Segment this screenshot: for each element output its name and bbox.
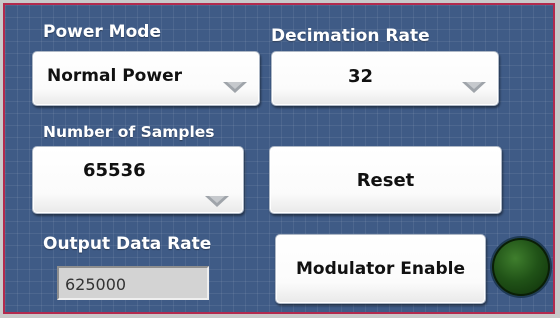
dropdown-arrow-icon: [462, 82, 486, 93]
decimation-rate-label: Decimation Rate: [271, 26, 430, 46]
reset-button-label: Reset: [356, 170, 415, 191]
power-mode-value: Normal Power: [47, 66, 182, 86]
reset-button[interactable]: Reset: [269, 146, 502, 214]
power-mode-label: Power Mode: [43, 22, 161, 42]
number-of-samples-dropdown[interactable]: 65536: [32, 146, 244, 214]
modulator-enable-indicator: [492, 238, 550, 296]
decimation-rate-value: 32: [348, 66, 374, 87]
control-panel: Power Mode Normal Power Decimation Rate …: [3, 3, 555, 314]
power-mode-dropdown[interactable]: Normal Power: [32, 51, 260, 106]
dropdown-arrow-icon: [205, 196, 229, 207]
output-data-rate-value: 625000: [65, 275, 127, 294]
output-data-rate-label: Output Data Rate: [43, 234, 212, 254]
dropdown-arrow-icon: [223, 82, 247, 93]
modulator-enable-button[interactable]: Modulator Enable: [275, 234, 486, 304]
number-of-samples-label: Number of Samples: [43, 123, 215, 141]
decimation-rate-dropdown[interactable]: 32: [271, 51, 499, 106]
number-of-samples-value: 65536: [83, 160, 146, 181]
output-data-rate-field: 625000: [57, 266, 209, 300]
modulator-enable-button-label: Modulator Enable: [296, 259, 465, 279]
